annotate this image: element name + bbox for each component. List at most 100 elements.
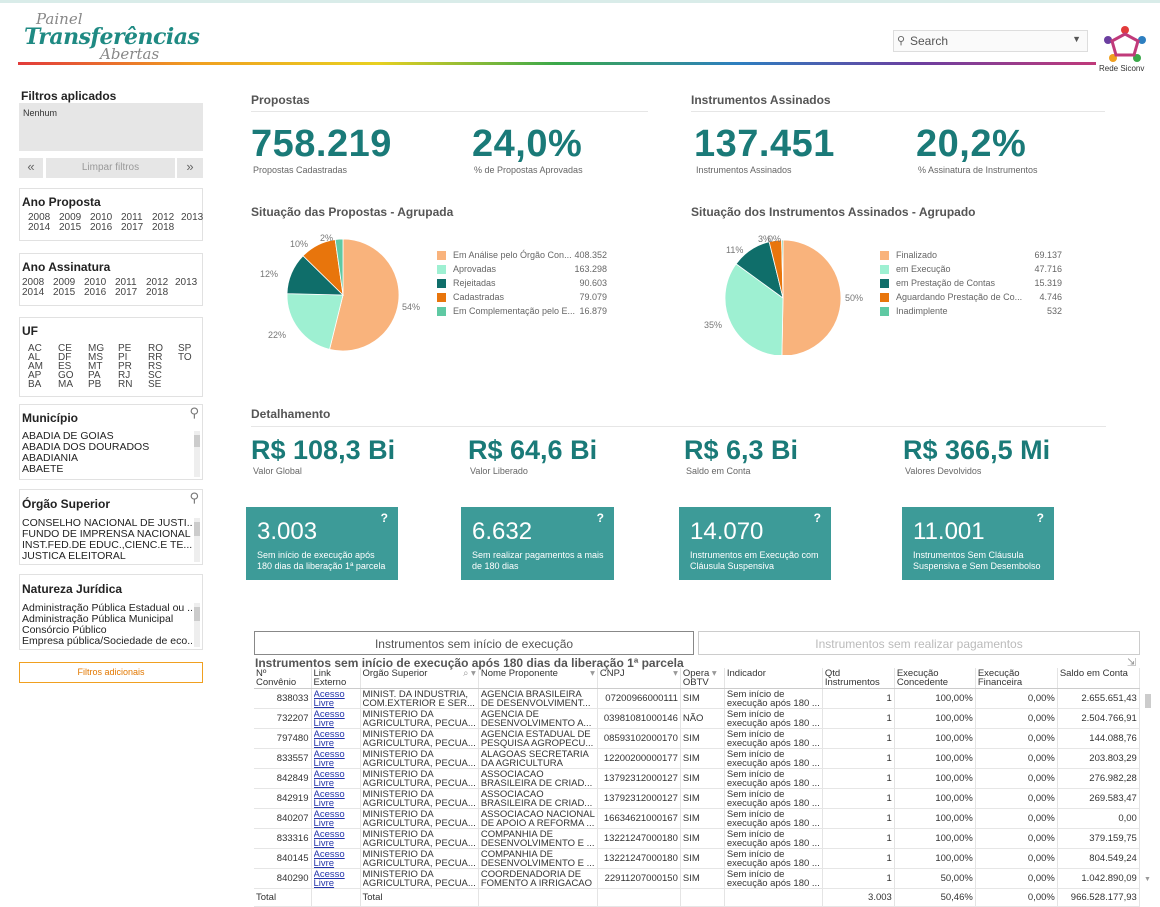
kpi-card-sem-inicio[interactable]: 3.003 ? Sem início de execução após 180 d…: [246, 507, 398, 580]
col-header-exec-concedente[interactable]: Execução Concedente: [894, 668, 976, 689]
kpi-card-clausula-suspensiva[interactable]: 14.070 ? Instrumentos em Execução com Clá…: [679, 507, 831, 580]
col-header-exec-financeira[interactable]: Execução Financeira: [975, 668, 1058, 689]
year-option[interactable]: 2014: [22, 288, 44, 298]
kpi-card-sem-desembolso[interactable]: 11.001 ? Instrumentos Sem Cláusula Suspen…: [902, 507, 1054, 580]
cell-nome: COMPANHIA DE: [480, 829, 553, 839]
scrollbar[interactable]: [194, 431, 200, 477]
list-item[interactable]: Consórcio Público: [22, 625, 192, 636]
external-link[interactable]: Acesso Livre: [314, 790, 358, 808]
additional-filters-button[interactable]: Filtros adicionais: [19, 662, 203, 683]
list-item[interactable]: Administração Pública Municipal: [22, 614, 192, 625]
external-link[interactable]: Acesso Livre: [314, 770, 358, 788]
uf-option[interactable]: BA: [28, 380, 41, 390]
legend-item[interactable]: Aprovadas 163.298: [437, 264, 607, 276]
legend-item[interactable]: Finalizado 69.137: [880, 250, 1062, 262]
year-option[interactable]: 2016: [84, 288, 106, 298]
year-option[interactable]: 2017: [121, 223, 143, 233]
year-option[interactable]: 2015: [53, 288, 75, 298]
table-row[interactable]: 838033 Acesso Livre MINIST. DA INDUSTRIA, CO…: [254, 688, 1140, 709]
year-option[interactable]: 2016: [90, 223, 112, 233]
pie-pct-label: 2%: [320, 233, 333, 243]
legend-item[interactable]: em Prestação de Contas 15.319: [880, 278, 1062, 290]
prev-button[interactable]: «: [19, 158, 43, 178]
table-row[interactable]: 732207 Acesso Livre MINISTERIO DA AGRICULTUR…: [254, 708, 1140, 729]
kpi-card-sem-pagamentos[interactable]: 6.632 ? Sem realizar pagamentos a mais de…: [461, 507, 614, 580]
col-header-qtd[interactable]: Qtd Instrumentos: [822, 668, 895, 689]
filters-applied-value: Nenhum: [23, 108, 58, 118]
external-link[interactable]: Acesso Livre: [314, 810, 358, 828]
search-box[interactable]: ⚲ Search ▼: [893, 30, 1088, 52]
legend-item[interactable]: em Execução 47.716: [880, 264, 1062, 276]
external-link[interactable]: Acesso Livre: [314, 710, 358, 728]
table-row[interactable]: 840207 Acesso Livre MINISTERIO DA AGRICULTUR…: [254, 808, 1140, 829]
list-item[interactable]: JUSTICA ELEITORAL: [22, 551, 192, 562]
clear-filters-button[interactable]: Limpar filtros: [46, 158, 175, 178]
scroll-thumb[interactable]: [1145, 694, 1151, 708]
year-option[interactable]: 2013: [175, 278, 197, 288]
external-link[interactable]: Acesso Livre: [314, 750, 358, 768]
uf-option[interactable]: SE: [148, 380, 161, 390]
help-icon[interactable]: ?: [381, 511, 388, 525]
legend-item[interactable]: Cadastradas 79.079: [437, 292, 607, 304]
uf-option[interactable]: PB: [88, 380, 101, 390]
col-header-indicador[interactable]: Indicador: [724, 668, 823, 689]
list-item[interactable]: ABADIANIA: [22, 453, 192, 464]
legend-item[interactable]: Em Análise pelo Órgão Con... 408.352: [437, 250, 607, 262]
table-row[interactable]: 797480 Acesso Livre MINISTERIO DA AGRICULTUR…: [254, 728, 1140, 749]
table-row[interactable]: 833316 Acesso Livre MINISTERIO DA AGRICULTUR…: [254, 828, 1140, 849]
uf-option[interactable]: RN: [118, 380, 132, 390]
year-option[interactable]: 2018: [152, 223, 174, 233]
next-button[interactable]: »: [177, 158, 203, 178]
legend-item[interactable]: Aguardando Prestação de Co... 4.746: [880, 292, 1062, 304]
external-link[interactable]: Acesso Livre: [314, 870, 358, 888]
list-item[interactable]: ABAETE: [22, 464, 192, 475]
scrollbar[interactable]: [194, 518, 200, 562]
legend-item[interactable]: Inadimplente 532: [880, 306, 1062, 318]
pie-slice[interactable]: [781, 239, 842, 355]
uf-option[interactable]: TO: [178, 353, 192, 363]
col-header-nome[interactable]: Nome Proponente ▾: [478, 668, 598, 689]
ano-assinatura-filter: Ano Assinatura 2008 2009 2010 2011 2012 …: [19, 253, 203, 306]
external-link[interactable]: Acesso Livre: [314, 850, 358, 868]
col-header-convenio[interactable]: Nº Convênio: [254, 668, 312, 689]
list-item[interactable]: ABADIA DOS DOURADOS: [22, 442, 192, 453]
search-icon[interactable]: ⚲: [189, 490, 199, 506]
table-row[interactable]: 840145 Acesso Livre MINISTERIO DA AGRICULTUR…: [254, 848, 1140, 869]
external-link[interactable]: Acesso Livre: [314, 690, 358, 708]
list-item[interactable]: Empresa pública/Sociedade de eco...: [22, 636, 192, 647]
col-header-link[interactable]: Link Externo: [311, 668, 361, 689]
search-icon[interactable]: ⚲: [189, 405, 199, 421]
table-row[interactable]: 842919 Acesso Livre MINISTERIO DA AGRICULTUR…: [254, 788, 1140, 809]
help-icon[interactable]: ?: [814, 511, 821, 525]
tab-sem-inicio[interactable]: Instrumentos sem início de execução: [254, 631, 694, 655]
year-option[interactable]: 2015: [59, 223, 81, 233]
external-link[interactable]: Acesso Livre: [314, 830, 358, 848]
scroll-down-icon[interactable]: ▼: [1144, 876, 1151, 883]
help-icon[interactable]: ?: [1037, 511, 1044, 525]
table-row[interactable]: 840290 Acesso Livre MINISTERIO DA AGRICULTUR…: [254, 868, 1140, 889]
year-option[interactable]: 2017: [115, 288, 137, 298]
list-item[interactable]: FUNDO DE IMPRENSA NACIONAL: [22, 529, 192, 540]
col-header-orgao[interactable]: Orgão Superior ⌕ ▾: [360, 668, 479, 689]
tab-sem-pagamentos[interactable]: Instrumentos sem realizar pagamentos: [698, 631, 1140, 655]
year-option[interactable]: 2014: [28, 223, 50, 233]
col-header-obtv[interactable]: Opera ▾ OBTV: [680, 668, 725, 689]
table-row[interactable]: 833557 Acesso Livre MINISTERIO DA AGRICULTUR…: [254, 748, 1140, 769]
table-scrollbar[interactable]: ▼: [1144, 690, 1152, 890]
legend-item[interactable]: Rejeitadas 90.603: [437, 278, 607, 290]
chevron-down-icon[interactable]: ▼: [1072, 34, 1081, 44]
list-item[interactable]: INST.FED.DE EDUC.,CIENC.E TE...: [22, 540, 192, 551]
year-option[interactable]: 2018: [146, 288, 168, 298]
list-item[interactable]: ABADIA DE GOIAS: [22, 431, 192, 442]
table-row[interactable]: 842849 Acesso Livre MINISTERIO DA AGRICULTUR…: [254, 768, 1140, 789]
col-header-saldo[interactable]: Saldo em Conta: [1057, 668, 1140, 689]
list-item[interactable]: CONSELHO NACIONAL DE JUSTI...: [22, 518, 192, 529]
help-icon[interactable]: ?: [597, 511, 604, 525]
external-link[interactable]: Acesso Livre: [314, 730, 358, 748]
list-item[interactable]: Administração Pública Estadual ou ...: [22, 603, 192, 614]
legend-item[interactable]: Em Complementação pelo E... 16.879: [437, 306, 607, 318]
year-option[interactable]: 2013: [181, 213, 203, 223]
scrollbar[interactable]: [194, 603, 200, 647]
col-header-cnpj[interactable]: CNPJ ▾: [597, 668, 681, 689]
uf-option[interactable]: MA: [58, 380, 73, 390]
